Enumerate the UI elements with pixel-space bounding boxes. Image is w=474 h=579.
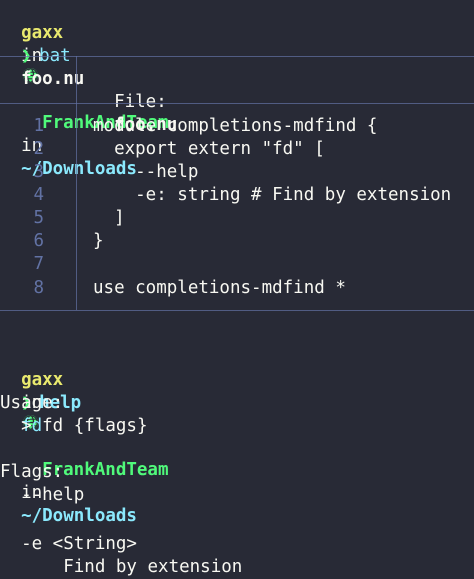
code-line: export extern "fd" [ [93,139,325,159]
bat-file-label: File: [114,92,167,112]
command-line-1: ❯ bat foo.nu [0,22,84,89]
prompt-line-2: gaxx in FrankAndTeam in ~/Downloads [0,346,168,526]
prompt-path: ~/Downloads [21,506,137,526]
code-line: use completions-mdfind * [93,278,346,298]
bat-bottom-rule [0,310,474,311]
line-number: 7 [33,254,44,274]
line-number: 2 [33,139,44,159]
code-line: -e: string # Find by extension [93,185,452,205]
bat-file-header: File: foo.nu [93,68,177,135]
flag-extension-description: Find by extension [0,557,243,577]
flags-heading: Flags: [0,462,64,482]
code-line: } [93,231,104,251]
usage-line: > fd {flags} [0,416,148,436]
line-number: 8 [33,278,44,298]
line-number: 5 [33,208,44,228]
bat-body-gutter-separator [76,103,77,310]
line-number: 1 [33,116,44,136]
line-number: 4 [33,185,44,205]
line-number: 6 [33,231,44,251]
flag-help: --help [0,485,85,505]
bat-top-rule [0,56,474,57]
code-line: ] [93,208,125,228]
line-number: 3 [33,162,44,182]
code-line: module completions-mdfind { [93,116,378,136]
prompt-line-1: gaxx in FrankAndTeam in ~/Downloads [0,0,168,179]
bat-header-gutter-separator [76,56,77,103]
flag-extension: -e <String> [0,534,137,554]
command-argument: foo.nu [21,69,85,89]
command-line-2: ❯ help fd [0,369,81,436]
bat-header-rule [0,103,474,104]
usage-heading: Usage: [0,393,64,413]
code-line: --help [93,162,199,182]
